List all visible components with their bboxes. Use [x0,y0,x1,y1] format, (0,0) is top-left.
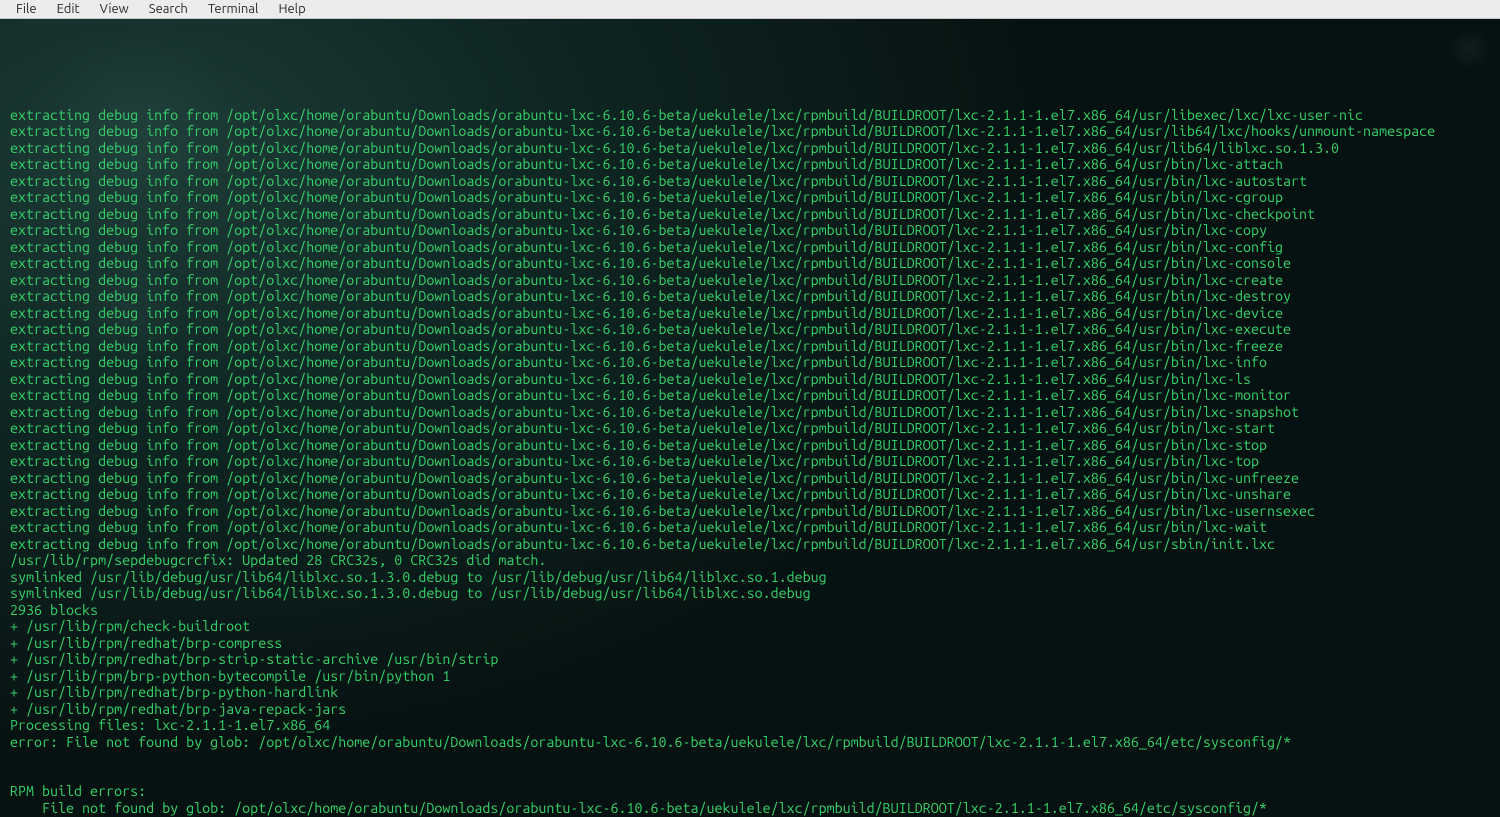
terminal-line: extracting debug info from /opt/olxc/hom… [0,189,1500,206]
terminal-line: /usr/lib/rpm/sepdebugcrcfix: Updated 28 … [0,552,1500,569]
terminal-line [0,767,1500,784]
terminal-line: extracting debug info from /opt/olxc/hom… [0,222,1500,239]
terminal-line: symlinked /usr/lib/debug/usr/lib64/liblx… [0,569,1500,586]
terminal-line: + /usr/lib/rpm/redhat/brp-strip-static-a… [0,651,1500,668]
terminal-line: extracting debug info from /opt/olxc/hom… [0,140,1500,157]
terminal-line: extracting debug info from /opt/olxc/hom… [0,272,1500,289]
menu-file[interactable]: File [6,0,47,18]
terminal-line: extracting debug info from /opt/olxc/hom… [0,239,1500,256]
terminal-line: extracting debug info from /opt/olxc/hom… [0,321,1500,338]
menu-view[interactable]: View [90,0,139,18]
menu-help[interactable]: Help [268,0,315,18]
terminal-line: error: File not found by glob: /opt/olxc… [0,734,1500,751]
terminal-line: extracting debug info from /opt/olxc/hom… [0,206,1500,223]
terminal-line: extracting debug info from /opt/olxc/hom… [0,107,1500,124]
terminal-line [0,750,1500,767]
terminal-viewport[interactable]: extracting debug info from /opt/olxc/hom… [0,19,1500,817]
terminal-line: 2936 blocks [0,602,1500,619]
terminal-line: extracting debug info from /opt/olxc/hom… [0,503,1500,520]
terminal-line: Processing files: lxc-2.1.1-1.el7.x86_64 [0,717,1500,734]
terminal-line: extracting debug info from /opt/olxc/hom… [0,156,1500,173]
terminal-line: extracting debug info from /opt/olxc/hom… [0,420,1500,437]
desktop-deco-icon [1450,29,1490,69]
menu-bar: File Edit View Search Terminal Help [0,0,1500,19]
terminal-line: RPM build errors: [0,783,1500,800]
terminal-line: extracting debug info from /opt/olxc/hom… [0,437,1500,454]
terminal-line: extracting debug info from /opt/olxc/hom… [0,354,1500,371]
menu-edit[interactable]: Edit [47,0,90,18]
terminal-line: + /usr/lib/rpm/redhat/brp-python-hardlin… [0,684,1500,701]
terminal-line: extracting debug info from /opt/olxc/hom… [0,338,1500,355]
terminal-line: + /usr/lib/rpm/brp-python-bytecompile /u… [0,668,1500,685]
terminal-line: extracting debug info from /opt/olxc/hom… [0,371,1500,388]
terminal-line: extracting debug info from /opt/olxc/hom… [0,305,1500,322]
terminal-line: + /usr/lib/rpm/redhat/brp-java-repack-ja… [0,701,1500,718]
terminal-line: extracting debug info from /opt/olxc/hom… [0,470,1500,487]
terminal-line: extracting debug info from /opt/olxc/hom… [0,453,1500,470]
terminal-line: extracting debug info from /opt/olxc/hom… [0,519,1500,536]
terminal-line: extracting debug info from /opt/olxc/hom… [0,123,1500,140]
terminal-line: extracting debug info from /opt/olxc/hom… [0,255,1500,272]
menu-search[interactable]: Search [139,0,198,18]
menu-terminal[interactable]: Terminal [198,0,269,18]
terminal-line: symlinked /usr/lib/debug/usr/lib64/liblx… [0,585,1500,602]
terminal-line: File not found by glob: /opt/olxc/home/o… [0,800,1500,817]
terminal-line: + /usr/lib/rpm/check-buildroot [0,618,1500,635]
terminal-line: extracting debug info from /opt/olxc/hom… [0,404,1500,421]
terminal-line: extracting debug info from /opt/olxc/hom… [0,536,1500,553]
terminal-output: extracting debug info from /opt/olxc/hom… [0,107,1500,817]
terminal-line: extracting debug info from /opt/olxc/hom… [0,288,1500,305]
terminal-line: extracting debug info from /opt/olxc/hom… [0,486,1500,503]
terminal-line: extracting debug info from /opt/olxc/hom… [0,387,1500,404]
terminal-line: extracting debug info from /opt/olxc/hom… [0,173,1500,190]
terminal-line: + /usr/lib/rpm/redhat/brp-compress [0,635,1500,652]
